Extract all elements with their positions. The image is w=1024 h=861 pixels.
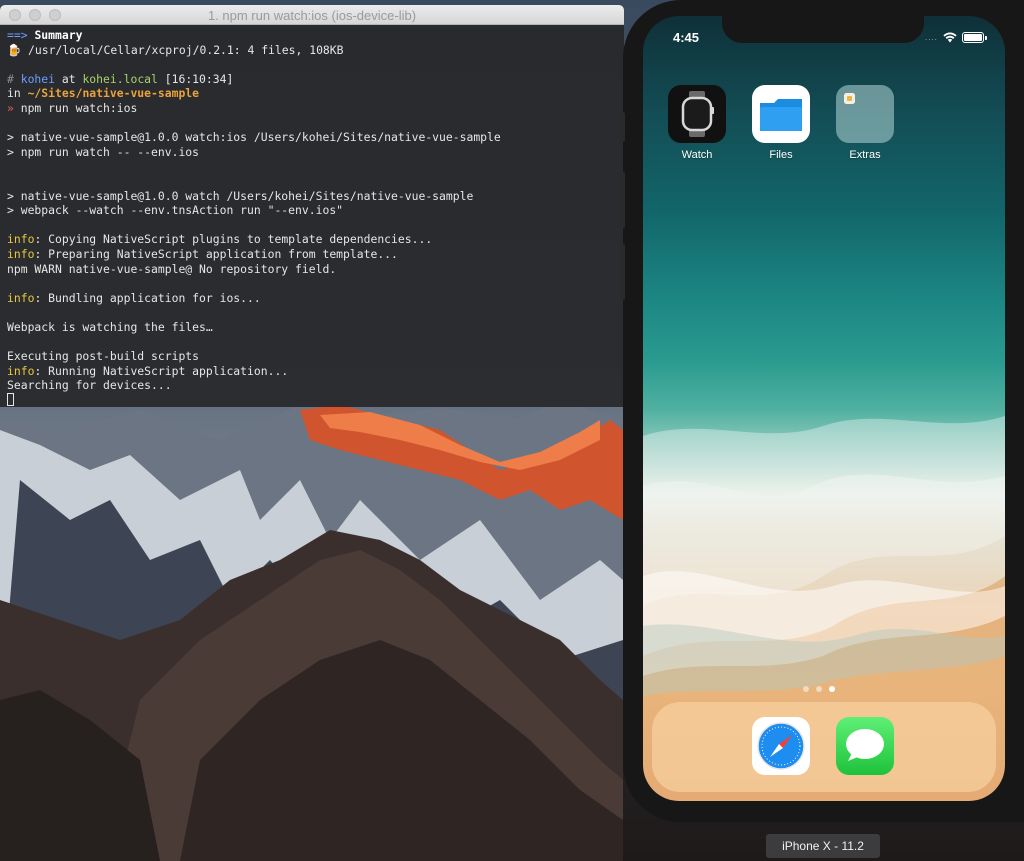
terminal-text: > native-vue-sample@1.0.0 watch /Users/k… <box>7 188 474 203</box>
terminal-text: : Preparing NativeScript application fro… <box>34 246 398 261</box>
dock-app-messages[interactable] <box>835 717 895 775</box>
terminal-text: Searching for devices... <box>7 378 172 393</box>
terminal-text: : Copying NativeScript plugins to templa… <box>34 232 433 247</box>
simulator-device-label: iPhone X - 11.2 <box>766 834 880 858</box>
terminal-text: info <box>7 232 35 247</box>
terminal-text: info <box>7 246 35 261</box>
terminal-line: > webpack --watch --env.tnsAction run "-… <box>7 203 617 218</box>
app-label-files: Files <box>769 149 793 161</box>
app-watch[interactable]: Watch <box>667 85 727 161</box>
app-extras-folder[interactable]: Extras <box>835 85 895 161</box>
terminal-output[interactable]: ==> Summary 🍺 /usr/local/Cellar/xcproj/0.… <box>0 25 624 407</box>
app-files[interactable]: Files <box>751 85 811 161</box>
page-dot-3-current[interactable] <box>829 686 835 692</box>
terminal-text: # <box>7 71 21 86</box>
page-dot-1[interactable] <box>803 686 809 692</box>
terminal-text: at <box>55 71 83 86</box>
terminal-text: npm run watch:ios <box>20 100 138 115</box>
terminal-text: [16:10:34] <box>157 71 234 86</box>
dock-app-safari[interactable] <box>751 717 811 775</box>
terminal-line: Executing post-build scripts <box>7 349 617 364</box>
terminal-text: : Bundling application for ios... <box>34 290 261 305</box>
terminal-line: ==> Summary <box>7 28 617 43</box>
terminal-text: info <box>7 290 35 305</box>
terminal-text: info <box>7 363 35 378</box>
terminal-text: 🍺 /usr/local/Cellar/xcproj/0.2.1: 4 file… <box>7 42 344 57</box>
mute-switch[interactable] <box>620 112 625 142</box>
cellular-signal-icon: .... <box>925 32 938 42</box>
terminal-line: 🍺 /usr/local/Cellar/xcproj/0.2.1: 4 file… <box>7 43 617 58</box>
terminal-text: kohei.local <box>82 71 158 86</box>
app-label-extras: Extras <box>849 149 881 161</box>
terminal-text: npm WARN native-vue-sample@ No repositor… <box>7 261 337 276</box>
terminal-line: info: Copying NativeScript plugins to te… <box>7 232 617 247</box>
terminal-line: in ~/Sites/native-vue-sample <box>7 86 617 101</box>
terminal-title: 1. npm run watch:ios (ios-device-lib) <box>207 8 417 23</box>
terminal-text: > native-vue-sample@1.0.0 watch:ios /Use… <box>7 130 501 145</box>
terminal-line: > native-vue-sample@1.0.0 watch /Users/k… <box>7 189 617 204</box>
iphone-notch <box>722 12 924 43</box>
messages-app-icon <box>836 717 894 775</box>
status-bar-icons: .... <box>925 31 987 43</box>
terminal-line: npm WARN native-vue-sample@ No repositor… <box>7 262 617 277</box>
terminal-text: Summary <box>34 28 83 42</box>
terminal-text: : Running NativeScript application... <box>34 363 289 378</box>
page-indicator[interactable] <box>803 686 835 692</box>
terminal-window[interactable]: 1. npm run watch:ios (ios-device-lib) ==… <box>0 5 624 407</box>
terminal-cursor <box>7 392 14 406</box>
files-app-icon <box>752 85 810 143</box>
dock <box>652 702 996 792</box>
wifi-icon <box>943 31 957 42</box>
terminal-line: info: Bundling application for ios... <box>7 291 617 306</box>
terminal-line: # kohei at kohei.local [16:10:34] <box>7 72 617 87</box>
terminal-titlebar[interactable]: 1. npm run watch:ios (ios-device-lib) <box>0 5 624 25</box>
volume-down-button[interactable] <box>620 244 625 300</box>
terminal-text: Executing post-build scripts <box>7 349 200 364</box>
terminal-text: > npm run watch -- --env.ios <box>7 144 200 159</box>
app-label-watch: Watch <box>681 149 713 161</box>
terminal-line: > npm run watch -- --env.ios <box>7 145 617 160</box>
terminal-text: kohei <box>20 71 56 86</box>
terminal-line: > native-vue-sample@1.0.0 watch:ios /Use… <box>7 130 617 145</box>
watch-app-icon <box>668 85 726 143</box>
terminal-line: Searching for devices... <box>7 378 617 393</box>
terminal-text: » <box>7 100 21 115</box>
status-bar-time: 4:45 <box>673 30 700 45</box>
terminal-text: Webpack is watching the files… <box>7 319 213 334</box>
battery-icon <box>961 31 987 43</box>
safari-app-icon <box>752 717 810 775</box>
terminal-line: » npm run watch:ios <box>7 101 617 116</box>
terminal-line: Webpack is watching the files… <box>7 320 617 335</box>
page-dot-2[interactable] <box>816 686 822 692</box>
terminal-text: > webpack --watch --env.tnsAction run "-… <box>7 203 344 218</box>
terminal-text: ~/Sites/native-vue-sample <box>27 86 200 101</box>
terminal-line: info: Preparing NativeScript application… <box>7 247 617 262</box>
terminal-text: in <box>7 86 28 101</box>
terminal-text: ==> <box>7 28 35 42</box>
extras-folder-icon <box>836 85 894 143</box>
volume-up-button[interactable] <box>620 172 625 228</box>
terminal-line: info: Running NativeScript application..… <box>7 364 617 379</box>
